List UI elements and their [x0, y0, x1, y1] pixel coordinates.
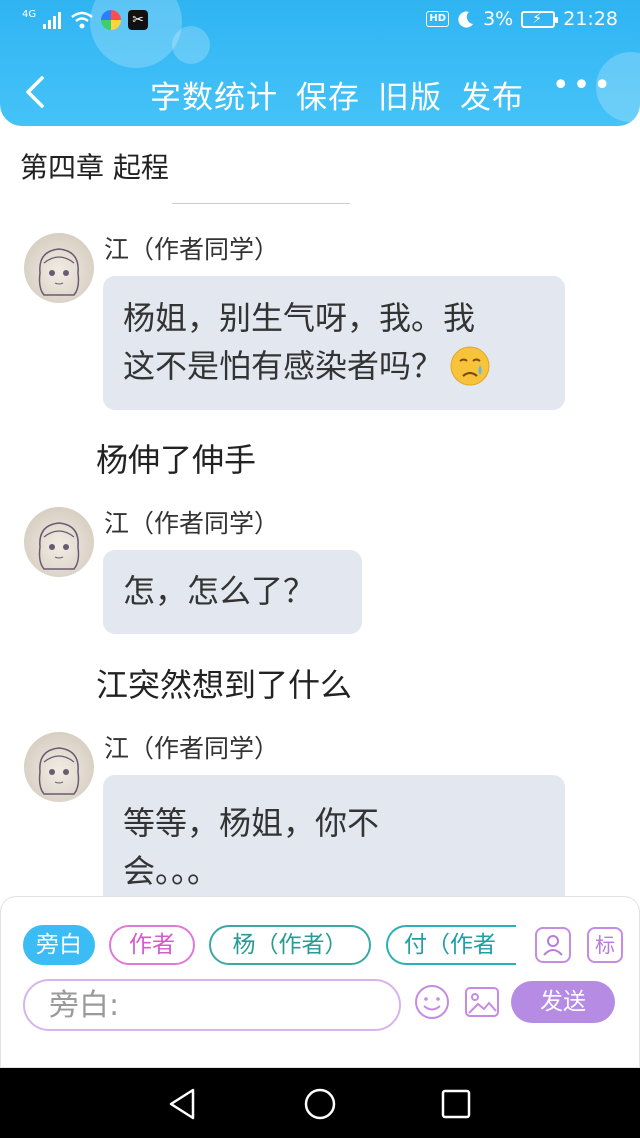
- triangle-back-icon: [169, 1088, 195, 1120]
- bubble-text-line: 这不是怕有感染者吗？: [123, 347, 444, 385]
- bubble-text-line: 怎，怎么了？: [123, 572, 316, 610]
- speaker-name: 江（作者同学）: [104, 509, 280, 538]
- person-card-icon: [543, 935, 563, 956]
- role-chip-narrator[interactable]: 旁白: [23, 925, 95, 965]
- narration-text[interactable]: 杨伸了伸手: [96, 435, 256, 481]
- nav-recents-button[interactable]: [436, 1084, 476, 1124]
- chapter-title[interactable]: 第四章 起程: [20, 146, 169, 186]
- image-icon: [465, 987, 499, 1017]
- status-bar: 4G ✂ HD 3% ⚡ 21:28: [0, 0, 640, 44]
- clock: 21:28: [563, 8, 618, 30]
- avatar[interactable]: [24, 507, 94, 577]
- network-type-label: 4G: [22, 8, 37, 20]
- hd-badge: HD: [426, 11, 450, 27]
- crying-face-icon: [450, 346, 490, 386]
- publish-button[interactable]: 发布: [460, 72, 524, 117]
- role-manage-button[interactable]: [535, 927, 571, 963]
- nav-back-button[interactable]: [163, 1084, 203, 1124]
- app-header: 4G ✂ HD 3% ⚡ 21:28 字数统计 保存 旧版 发布 •••: [0, 0, 640, 126]
- old-version-button[interactable]: 旧版: [378, 72, 442, 117]
- system-nav-bar: [0, 1068, 640, 1138]
- circle-home-icon: [304, 1088, 336, 1120]
- battery-icon: ⚡: [521, 10, 559, 28]
- word-count-button[interactable]: 字数统计: [150, 72, 278, 117]
- compose-panel: 旁白 作者 杨（作者） 付（作者 标 发送: [0, 896, 640, 1068]
- speaker-name: 江（作者同学）: [104, 734, 280, 763]
- smiley-icon: [415, 985, 449, 1019]
- message-input[interactable]: [25, 981, 399, 1029]
- bubble-text-line: 等等，杨姐，你不: [123, 804, 380, 842]
- message-input-wrapper: [23, 979, 401, 1031]
- role-chip-fu[interactable]: 付（作者: [386, 925, 516, 965]
- chat-bubble[interactable]: 杨姐，别生气呀，我。我 这不是怕有感染者吗？: [103, 276, 565, 410]
- moon-icon: [458, 11, 474, 28]
- anime-avatar-icon: [38, 747, 80, 795]
- title-bar: 字数统计 保存 旧版 发布 •••: [0, 62, 640, 126]
- image-button[interactable]: [463, 983, 501, 1021]
- cell-signal-icon: [43, 12, 62, 29]
- bubble-text-line: 会。。。: [123, 852, 220, 890]
- chat-bubble[interactable]: 怎，怎么了？: [103, 550, 362, 634]
- nav-home-button[interactable]: [300, 1084, 340, 1124]
- app-notification-icon: [101, 10, 122, 30]
- narration-text[interactable]: 江突然想到了什么: [96, 660, 352, 706]
- wifi-icon: [71, 11, 93, 29]
- emoji-button[interactable]: [413, 983, 451, 1021]
- chat-bubble[interactable]: 等等，杨姐，你不 会。。。: [103, 775, 565, 915]
- title-divider: [172, 203, 350, 204]
- square-recents-icon: [441, 1089, 471, 1119]
- tag-button[interactable]: 标: [587, 927, 623, 963]
- avatar[interactable]: [24, 732, 94, 802]
- capcut-notification-icon: ✂: [128, 10, 149, 30]
- back-button[interactable]: [18, 72, 52, 112]
- avatar[interactable]: [24, 233, 94, 303]
- anime-avatar-icon: [38, 522, 80, 570]
- anime-avatar-icon: [38, 248, 80, 296]
- role-chip-author[interactable]: 作者: [109, 925, 195, 965]
- more-options-button[interactable]: •••: [552, 71, 614, 101]
- chevron-left-icon: [26, 76, 44, 108]
- battery-percent: 3%: [483, 8, 514, 30]
- role-chip-yang[interactable]: 杨（作者）: [209, 925, 371, 965]
- speaker-name: 江（作者同学）: [104, 235, 280, 264]
- bubble-text-line: 杨姐，别生气呀，我。我: [123, 299, 476, 337]
- save-button[interactable]: 保存: [296, 72, 360, 117]
- send-button[interactable]: 发送: [511, 981, 615, 1023]
